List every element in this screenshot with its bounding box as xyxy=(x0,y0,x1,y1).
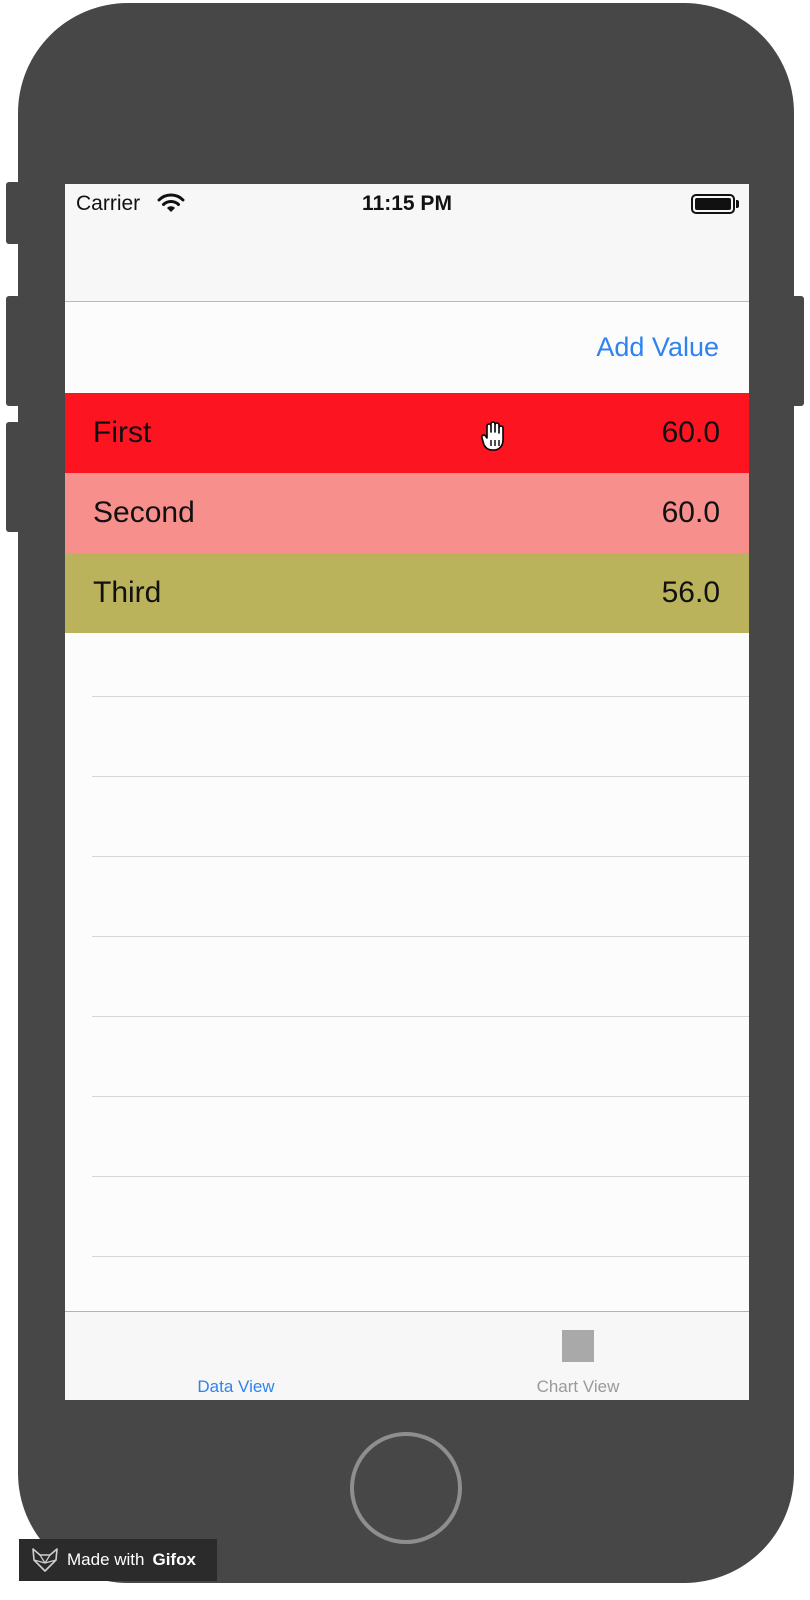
clock-time: 11:15 PM xyxy=(362,192,452,215)
chart-view-icon xyxy=(562,1330,594,1362)
row-separator xyxy=(92,1016,749,1017)
hand-cursor-icon xyxy=(480,421,504,451)
tab-chart-view[interactable]: Chart View xyxy=(407,1312,749,1400)
row-separator xyxy=(92,696,749,697)
table-row[interactable]: Second 60.0 xyxy=(65,473,749,553)
watermark-prefix: Made with xyxy=(67,1550,145,1569)
row-separator xyxy=(92,1256,749,1257)
row-value: 56.0 xyxy=(661,576,720,609)
tab-label: Data View xyxy=(197,1377,275,1396)
battery-icon xyxy=(691,194,735,214)
gifox-logo-icon xyxy=(32,1548,58,1572)
row-separator xyxy=(92,936,749,937)
row-separator xyxy=(92,856,749,857)
row-separator xyxy=(92,1096,749,1097)
battery-tip xyxy=(736,200,739,208)
row-name: Second xyxy=(93,496,195,529)
row-separator xyxy=(92,1176,749,1177)
home-button[interactable] xyxy=(350,1432,462,1544)
row-name: Third xyxy=(93,576,162,609)
row-value: 60.0 xyxy=(661,416,720,449)
row-name: First xyxy=(93,416,152,449)
add-value-button[interactable]: Add Value xyxy=(596,332,719,363)
table-row[interactable]: First 60.0 xyxy=(65,393,749,473)
tab-data-view[interactable]: Data View xyxy=(65,1312,407,1400)
row-separator xyxy=(92,776,749,777)
app-screen: Carrier 11:15 PM Add Value First 60.0 Se… xyxy=(65,184,749,1400)
navigation-bar xyxy=(65,224,749,302)
table-row[interactable]: Third 56.0 xyxy=(65,553,749,633)
tab-label: Chart View xyxy=(536,1377,620,1396)
gifox-watermark: Made with Gifox xyxy=(19,1539,217,1581)
watermark-brand: Gifox xyxy=(152,1550,196,1569)
status-bar: Carrier 11:15 PM xyxy=(65,184,749,224)
row-value: 60.0 xyxy=(661,496,720,529)
tab-bar: Data View Chart View xyxy=(65,1311,749,1400)
